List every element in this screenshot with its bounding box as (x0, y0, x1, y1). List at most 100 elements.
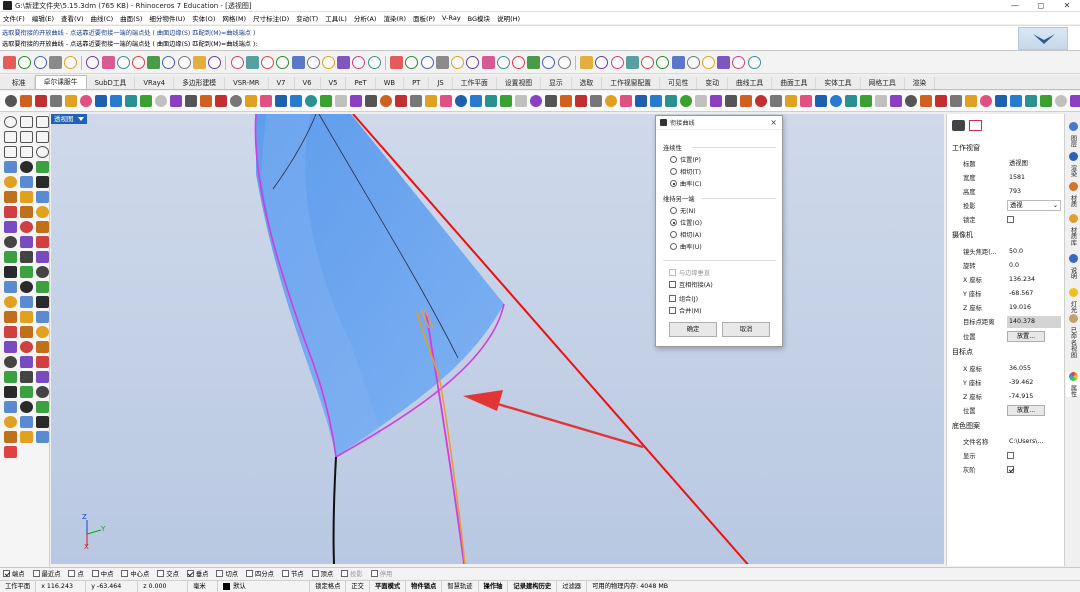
tool-button-icon[interactable] (799, 95, 812, 107)
tab-named-views[interactable]: 已命名视图 (1066, 314, 1080, 358)
tool-button-icon[interactable] (559, 95, 572, 107)
toolbar-tab[interactable]: JS (429, 77, 453, 89)
left-tool-button-icon[interactable] (35, 266, 49, 278)
join-checkbox[interactable]: 组合(J) (669, 294, 698, 303)
command-prompt[interactable]: 选取要衔接的开放曲线 - 点选靠近要衔接一端的端点处 ( 曲面边缘(S) 匹配到… (2, 39, 257, 48)
grayscale-checkbox[interactable] (1007, 466, 1014, 473)
toolbar-tab[interactable]: 实体工具 (816, 77, 861, 89)
command-button-icon[interactable] (702, 56, 716, 69)
tool-button-icon[interactable] (19, 95, 32, 107)
toolbar-tab[interactable]: 曲面工具 (772, 77, 817, 89)
tool-button-icon[interactable] (1009, 95, 1022, 107)
tool-button-icon[interactable] (79, 95, 92, 107)
left-tool-button-icon[interactable] (3, 296, 17, 308)
left-tool-button-icon[interactable] (3, 251, 17, 263)
maintain-curvature-radio[interactable]: 曲率(U) (670, 242, 702, 251)
command-button-icon[interactable] (162, 56, 176, 69)
close-button[interactable]: ✕ (1054, 0, 1080, 12)
tool-button-icon[interactable] (304, 95, 317, 107)
tab-material-library[interactable]: 材质库 (1066, 214, 1080, 246)
tool-button-icon[interactable] (589, 95, 602, 107)
maintain-none-radio[interactable]: 无(N) (670, 206, 696, 215)
command-button-icon[interactable] (322, 56, 336, 69)
tool-button-icon[interactable] (949, 95, 962, 107)
command-button-icon[interactable] (466, 56, 480, 69)
prop-value[interactable]: 136.234 (1007, 274, 1061, 286)
tool-button-icon[interactable] (679, 95, 692, 107)
prop-value[interactable]: 36.055 (1007, 363, 1061, 375)
toolbar-tab[interactable]: 曲线工具 (728, 77, 773, 89)
tool-button-icon[interactable] (919, 95, 932, 107)
command-button-icon[interactable] (147, 56, 161, 69)
tool-button-icon[interactable] (469, 95, 482, 107)
status-toggle[interactable]: 记录建构历史 (508, 580, 558, 592)
left-tool-button-icon[interactable] (19, 251, 33, 263)
toolbar-tab[interactable]: WB (376, 77, 405, 89)
tool-button-icon[interactable] (424, 95, 437, 107)
command-button-icon[interactable] (610, 56, 624, 69)
tool-button-icon[interactable] (619, 95, 632, 107)
toolbar-tab[interactable]: 卓尔课服牛 (34, 75, 87, 89)
command-button-icon[interactable] (230, 56, 244, 69)
left-tool-button-icon[interactable] (19, 176, 33, 188)
tab-lights[interactable]: 灯光 (1066, 288, 1080, 313)
tool-button-icon[interactable] (514, 95, 527, 107)
left-tool-button-icon[interactable] (3, 371, 17, 383)
projection-select[interactable]: 透视 ⌄ (1007, 200, 1061, 211)
command-button-icon[interactable] (496, 56, 510, 69)
command-button-icon[interactable] (86, 56, 100, 69)
left-tool-button-icon[interactable] (3, 116, 17, 128)
tab-help[interactable]: 说明 (1066, 254, 1080, 279)
osnap-toggle[interactable]: 垂点 (186, 569, 208, 578)
command-button-icon[interactable] (686, 56, 700, 69)
toolbar-tab[interactable]: V6 (295, 77, 321, 89)
command-button-icon[interactable] (276, 56, 290, 69)
status-toggle[interactable]: 正交 (346, 580, 370, 592)
command-button-icon[interactable] (18, 56, 32, 69)
toolbar-tab[interactable]: 工作平面 (453, 77, 497, 89)
left-tool-button-icon[interactable] (35, 116, 49, 128)
command-button-icon[interactable] (450, 56, 464, 69)
left-tool-button-icon[interactable] (35, 206, 49, 218)
toolbar-tab[interactable]: 显示 (541, 77, 572, 89)
status-toggle[interactable]: 锁定格点 (310, 580, 347, 592)
tool-button-icon[interactable] (889, 95, 902, 107)
left-tool-button-icon[interactable] (35, 251, 49, 263)
prop-value[interactable]: C:\Users\... (1007, 436, 1061, 448)
left-tool-button-icon[interactable] (19, 326, 33, 338)
tool-button-icon[interactable] (4, 95, 17, 107)
tool-button-icon[interactable] (244, 95, 257, 107)
command-button-icon[interactable] (193, 56, 206, 69)
osnap-toggle[interactable]: 最近点 (32, 569, 60, 578)
command-button-icon[interactable] (595, 56, 609, 69)
tab-materials[interactable]: 材质 (1066, 182, 1080, 207)
tool-button-icon[interactable] (214, 95, 227, 107)
tool-button-icon[interactable] (274, 95, 287, 107)
left-tool-button-icon[interactable] (35, 161, 49, 173)
maintain-tangent-radio[interactable]: 相切(A) (670, 230, 701, 239)
tool-button-icon[interactable] (574, 95, 587, 107)
status-toggle[interactable]: 操作轴 (479, 580, 509, 592)
tool-button-icon[interactable] (664, 95, 677, 107)
tool-button-icon[interactable] (49, 95, 62, 107)
camera-icon[interactable] (952, 120, 965, 131)
left-tool-button-icon[interactable] (35, 326, 49, 338)
tool-button-icon[interactable] (874, 95, 887, 107)
menu-view[interactable]: 查看(V) (61, 13, 84, 23)
tool-button-icon[interactable] (844, 95, 857, 107)
match-each-other-checkbox[interactable]: 互相衔接(A) (669, 280, 713, 289)
menu-surface[interactable]: 曲面(S) (120, 13, 142, 23)
tab-layers[interactable]: 图层 (1066, 122, 1080, 147)
osnap-toggle[interactable]: 顶点 (311, 569, 333, 578)
status-cplane[interactable]: 工作平面 (0, 580, 37, 592)
left-tool-button-icon[interactable] (35, 356, 49, 368)
left-tool-button-icon[interactable] (3, 206, 17, 218)
prop-value[interactable]: 50.0 (1007, 246, 1061, 258)
left-tool-button-icon[interactable] (3, 176, 17, 188)
tool-button-icon[interactable] (259, 95, 272, 107)
toolbar-tab[interactable]: VSR-MR (225, 77, 269, 89)
left-tool-button-icon[interactable] (35, 236, 49, 248)
tool-button-icon[interactable] (739, 95, 752, 107)
command-button-icon[interactable] (352, 56, 366, 69)
tool-button-icon[interactable] (109, 95, 122, 107)
